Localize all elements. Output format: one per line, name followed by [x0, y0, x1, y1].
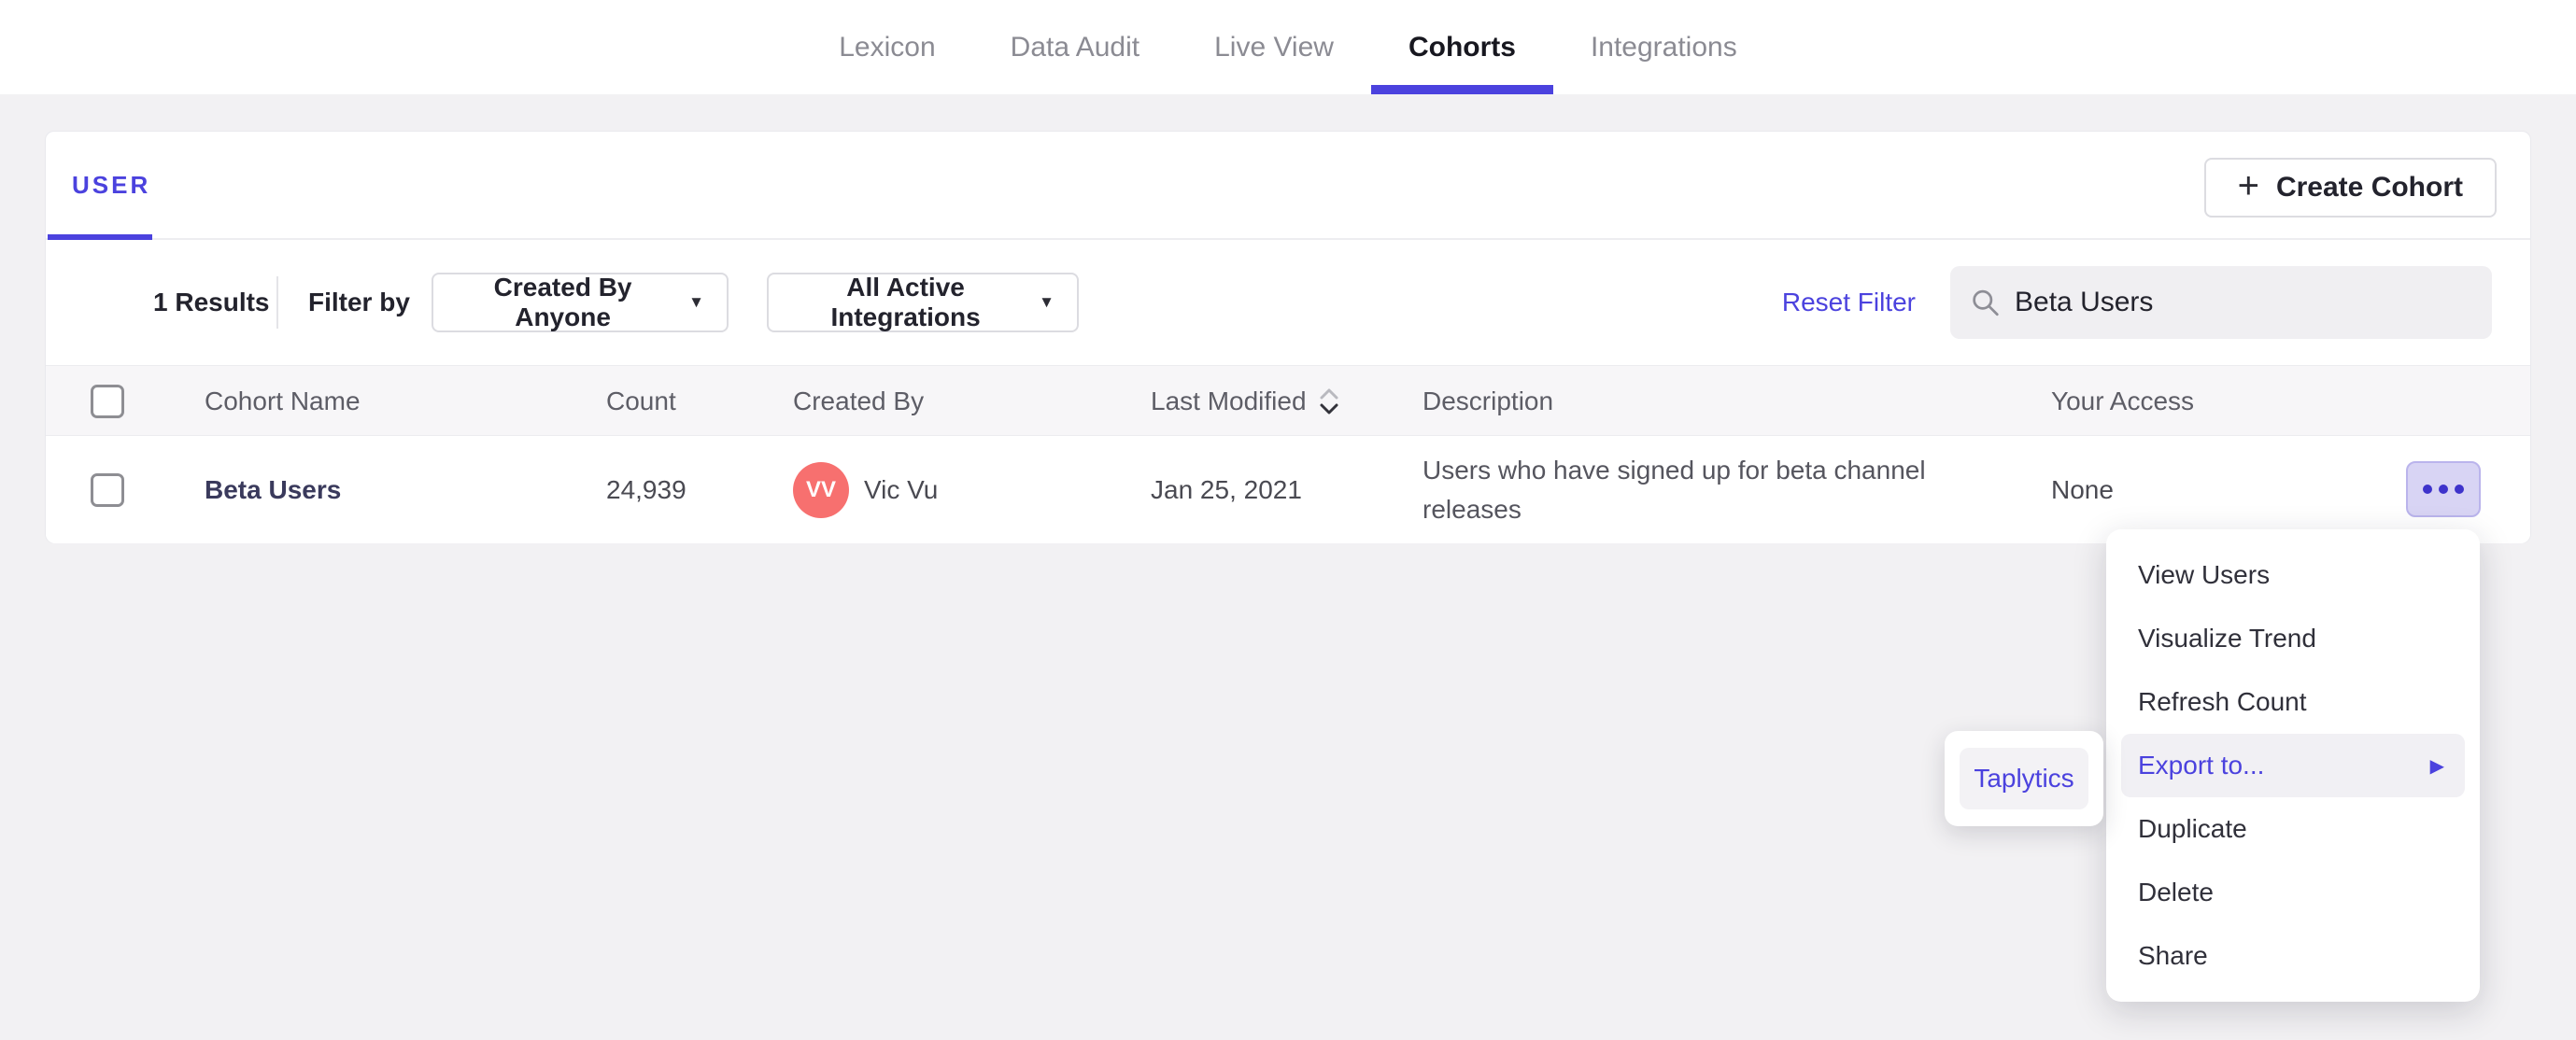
- export-submenu: Taplytics: [1945, 731, 2103, 826]
- divider: [276, 276, 278, 329]
- header-last-modified[interactable]: Last Modified: [1151, 366, 1340, 437]
- active-tab-underline: [1370, 85, 1553, 94]
- filter-by-label: Filter by: [308, 288, 410, 316]
- your-access-cell: None: [2051, 474, 2114, 504]
- header-cohort-name[interactable]: Cohort Name: [205, 366, 361, 437]
- card-tab-bar: USER + Create Cohort: [46, 132, 2530, 240]
- row-context-menu: View Users Visualize Trend Refresh Count…: [2106, 529, 2480, 1002]
- search-input[interactable]: [2015, 287, 2471, 318]
- created-by-dropdown[interactable]: Created By Anyone ▼: [432, 273, 729, 332]
- table-row[interactable]: Beta Users 24,939 VV Vic Vu Jan 25, 2021…: [46, 436, 2530, 543]
- cohorts-page: Lexicon Data Audit Live View Cohorts Int…: [0, 0, 2576, 1040]
- create-cohort-button[interactable]: + Create Cohort: [2203, 158, 2497, 218]
- submenu-arrow-icon: ▶: [2429, 755, 2444, 777]
- menu-item-export-to[interactable]: Export to... ▶: [2121, 734, 2465, 797]
- table-header-row: Cohort Name Count Created By Last Modifi…: [46, 365, 2530, 436]
- submenu-item-taplytics[interactable]: Taplytics: [1960, 748, 2088, 809]
- menu-item-view-users[interactable]: View Users: [2121, 543, 2465, 607]
- search-icon: [1973, 289, 1999, 316]
- integrations-dropdown-value: All Active Integrations: [830, 273, 981, 331]
- more-options-icon: [2455, 485, 2464, 494]
- header-your-access[interactable]: Your Access: [2051, 366, 2194, 437]
- plus-icon: +: [2237, 165, 2259, 206]
- create-cohort-label: Create Cohort: [2275, 172, 2463, 203]
- last-modified-cell: Jan 25, 2021: [1151, 474, 1302, 504]
- creator-name: Vic Vu: [864, 474, 939, 504]
- cohorts-card: USER + Create Cohort 1 Results Filter by…: [45, 131, 2531, 543]
- tab-user[interactable]: USER: [46, 132, 177, 240]
- search-box: [1950, 266, 2492, 339]
- top-nav: Lexicon Data Audit Live View Cohorts Int…: [0, 0, 2576, 94]
- nav-tab-live-view[interactable]: Live View: [1177, 0, 1371, 94]
- sort-icon[interactable]: [1318, 385, 1340, 418]
- avatar: VV: [793, 461, 849, 518]
- cohort-description: Users who have signed up for beta channe…: [1422, 455, 1926, 524]
- header-last-modified-label: Last Modified: [1151, 386, 1307, 415]
- menu-item-visualize-trend[interactable]: Visualize Trend: [2121, 607, 2465, 670]
- reset-filter-link[interactable]: Reset Filter: [1782, 288, 1916, 317]
- results-count: 1 Results: [153, 288, 270, 316]
- menu-item-export-to-label: Export to...: [2138, 751, 2265, 780]
- nav-tab-cohorts[interactable]: Cohorts: [1370, 0, 1553, 94]
- cohort-name-link[interactable]: Beta Users: [205, 475, 341, 505]
- nav-tab-cohorts-label: Cohorts: [1408, 31, 1516, 63]
- caret-down-icon: ▼: [688, 293, 704, 311]
- created-by-dropdown-value: Created By Anyone: [493, 273, 632, 331]
- nav-tab-integrations[interactable]: Integrations: [1553, 0, 1775, 94]
- menu-item-duplicate[interactable]: Duplicate: [2121, 797, 2465, 861]
- integrations-dropdown[interactable]: All Active Integrations ▼: [767, 273, 1079, 332]
- header-description[interactable]: Description: [1422, 366, 1553, 437]
- nav-tab-data-audit[interactable]: Data Audit: [973, 0, 1177, 94]
- more-options-button[interactable]: [2406, 461, 2481, 517]
- more-options-icon: [2439, 485, 2448, 494]
- menu-item-share[interactable]: Share: [2121, 924, 2465, 988]
- menu-item-delete[interactable]: Delete: [2121, 861, 2465, 924]
- header-count[interactable]: Count: [606, 366, 676, 437]
- cohort-count: 24,939: [606, 474, 686, 504]
- more-options-icon: [2423, 485, 2432, 494]
- tab-user-label: USER: [72, 170, 151, 199]
- select-all-checkbox[interactable]: [91, 385, 124, 418]
- header-created-by[interactable]: Created By: [793, 366, 924, 437]
- filter-bar: 1 Results Filter by Created By Anyone ▼ …: [46, 240, 2530, 365]
- menu-item-refresh-count[interactable]: Refresh Count: [2121, 670, 2465, 734]
- row-checkbox[interactable]: [91, 472, 124, 507]
- caret-down-icon: ▼: [1039, 293, 1054, 311]
- created-by-cell: VV Vic Vu: [793, 436, 938, 543]
- nav-tab-lexicon[interactable]: Lexicon: [801, 0, 972, 94]
